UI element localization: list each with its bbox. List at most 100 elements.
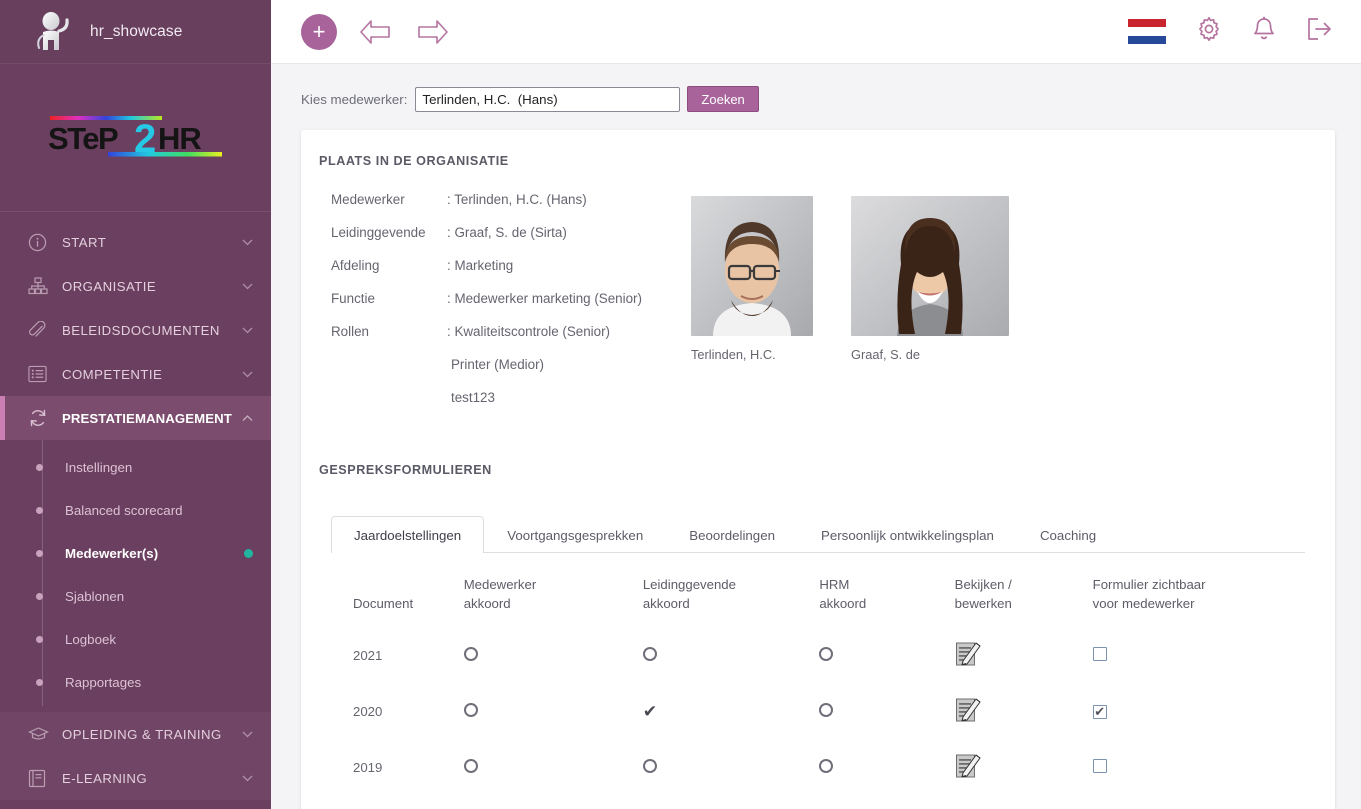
edit-icon[interactable]	[955, 696, 982, 723]
org-field-row: Leidinggevende : Graaf, S. de (Sirta)	[331, 225, 691, 240]
forms-table: Document Medewerker akkoord Leidinggevend…	[331, 553, 1305, 809]
edit-icon[interactable]	[955, 640, 982, 667]
sidebar-item-beleidsdocumenten[interactable]: BELEIDSDOCUMENTEN	[0, 308, 271, 352]
photo-caption: Terlinden, H.C.	[691, 347, 776, 362]
search-label: Kies medewerker:	[301, 91, 408, 107]
org-field-row: Printer (Medior)	[331, 357, 691, 372]
table-row: 2020 ✔ ✔	[331, 683, 1305, 739]
tab-beoordelingen[interactable]: Beoordelingen	[666, 516, 798, 553]
add-button[interactable]: +	[301, 13, 337, 50]
visibility-checkbox[interactable]: ✔	[1092, 705, 1107, 720]
main-area: + Kies medewerker: Terlinden, H.C. (Hans…	[271, 0, 1361, 809]
cell-medewerker-akkoord	[464, 795, 643, 809]
visibility-checkbox[interactable]	[1092, 758, 1107, 773]
organisation-section-title: PLAATS IN DE ORGANISATIE	[319, 154, 509, 168]
org-field-key: Afdeling	[331, 258, 380, 273]
status-ring-icon[interactable]	[463, 758, 478, 773]
org-field-key	[331, 357, 447, 372]
cell-document: 2020	[353, 703, 383, 719]
status-check-icon[interactable]: ✔	[643, 702, 657, 721]
status-ring-icon[interactable]	[819, 758, 834, 773]
sidebar-menu: START ORGANISATIE BELEIDSDOCUMENTEN COMP…	[0, 212, 271, 800]
tab-coaching[interactable]: Coaching	[1017, 516, 1119, 553]
tab-voortgangsgesprekken[interactable]: Voortgangsgesprekken	[484, 516, 666, 553]
cell-hrm-akkoord	[819, 739, 954, 795]
cell-document: 2021	[353, 647, 383, 663]
back-arrow-icon[interactable]	[359, 19, 393, 45]
sidebar-item-label: START	[62, 234, 107, 250]
org-field-key: Functie	[331, 291, 375, 306]
sidebar-subitem-logboek[interactable]: Logboek	[0, 618, 271, 661]
manager-photo	[851, 196, 1009, 336]
bullet-icon	[36, 464, 43, 471]
sidebar-subitem-balanced-scorecard[interactable]: Balanced scorecard	[0, 489, 271, 532]
gear-icon[interactable]	[1196, 16, 1222, 47]
flag-netherlands-icon[interactable]	[1128, 18, 1166, 45]
status-ring-icon[interactable]	[463, 646, 478, 661]
tab-persoonlijk-ontwikkelingsplan[interactable]: Persoonlijk ontwikkelingsplan	[798, 516, 1017, 553]
sidebar-item-prestatiemanagement[interactable]: PRESTATIEMANAGEMENT	[0, 396, 271, 440]
toolbar-actions	[1128, 16, 1333, 47]
org-field-row: Functie : Medewerker marketing (Senior)	[331, 291, 691, 306]
sidebar-item-label: OPLEIDING & TRAINING	[62, 726, 222, 742]
org-chart-icon	[28, 277, 54, 295]
cell-bekijken-bewerken	[955, 795, 1093, 809]
edit-icon[interactable]	[955, 752, 982, 779]
sidebar-item-start[interactable]: START	[0, 220, 271, 264]
photo-card-manager: Graaf, S. de	[851, 196, 1009, 405]
status-ring-icon[interactable]	[819, 646, 834, 661]
visibility-checkbox[interactable]	[1092, 646, 1107, 661]
org-field-row: Afdeling : Marketing	[331, 258, 691, 273]
sidebar-header: hr_showcase	[0, 0, 271, 64]
sidebar-subitem-instellingen[interactable]: Instellingen	[0, 446, 271, 489]
org-field-row: Medewerker : Terlinden, H.C. (Hans)	[331, 192, 691, 207]
status-ring-icon[interactable]	[642, 646, 657, 661]
bell-icon[interactable]	[1252, 16, 1276, 47]
chevron-down-icon	[242, 233, 253, 251]
sidebar-subitem-label: Sjablonen	[65, 589, 125, 604]
column-header-medewerker-akkoord: Medewerker akkoord	[463, 577, 537, 612]
sidebar-subitem-medewerkers[interactable]: Medewerker(s)	[0, 532, 271, 575]
refresh-icon	[28, 408, 54, 428]
table-header-row: Document Medewerker akkoord Leidinggevend…	[331, 553, 1305, 627]
org-field-key: Leidinggevende	[331, 225, 426, 240]
cell-medewerker-akkoord	[463, 683, 643, 739]
user-avatar-icon	[32, 10, 78, 54]
sidebar-item-e-learning[interactable]: E-LEARNING	[0, 756, 271, 800]
sidebar: hr_showcase STeP 2 HR START ORGANISATIE …	[0, 0, 271, 809]
cell-medewerker-akkoord	[463, 739, 643, 795]
status-ring-icon[interactable]	[463, 702, 478, 717]
app-root: hr_showcase STeP 2 HR START ORGANISATIE …	[0, 0, 1361, 809]
forms-table-body: 20212020✔✔201920182017-1✔✔✔✔	[331, 627, 1305, 809]
top-toolbar: +	[271, 0, 1361, 64]
status-ring-icon[interactable]	[819, 702, 834, 717]
brand-logo: STeP 2 HR	[0, 64, 271, 212]
cell-document: 2019	[353, 759, 383, 775]
forward-arrow-icon[interactable]	[415, 19, 449, 45]
status-ring-icon[interactable]	[642, 758, 657, 773]
sidebar-subitem-sjablonen[interactable]: Sjablonen	[0, 575, 271, 618]
org-field-value: Printer (Medior)	[451, 357, 545, 372]
forms-tabs-panel: Jaardoelstellingen Voortgangsgesprekken …	[301, 515, 1335, 809]
bullet-icon	[36, 636, 43, 643]
search-button[interactable]: Zoeken	[687, 86, 759, 112]
page-content: Kies medewerker: Zoeken PLAATS IN DE ORG…	[271, 64, 1361, 809]
table-row: 2018	[331, 795, 1305, 809]
cell-leidinggevende-akkoord: ✔	[643, 683, 819, 739]
chevron-down-icon	[242, 725, 253, 743]
sidebar-subitem-rapportages[interactable]: Rapportages	[0, 661, 271, 704]
org-field-value: : Graaf, S. de (Sirta)	[447, 225, 567, 240]
cell-formulier-zichtbaar	[1092, 627, 1305, 683]
sidebar-item-organisatie[interactable]: ORGANISATIE	[0, 264, 271, 308]
cell-leidinggevende-akkoord	[643, 795, 819, 809]
search-input[interactable]	[415, 86, 681, 112]
sidebar-subitem-label: Balanced scorecard	[65, 503, 183, 518]
column-header-hrm-akkoord: HRM akkoord	[819, 577, 867, 612]
cell-hrm-akkoord	[819, 795, 954, 809]
chevron-down-icon	[242, 277, 253, 295]
sidebar-item-opleiding-training[interactable]: OPLEIDING & TRAINING	[0, 712, 271, 756]
forms-section-title: GESPREKSFORMULIEREN	[319, 463, 492, 477]
tab-jaardoelstellingen[interactable]: Jaardoelstellingen	[331, 516, 485, 553]
logout-icon[interactable]	[1306, 17, 1333, 46]
sidebar-item-competentie[interactable]: COMPETENTIE	[0, 352, 271, 396]
